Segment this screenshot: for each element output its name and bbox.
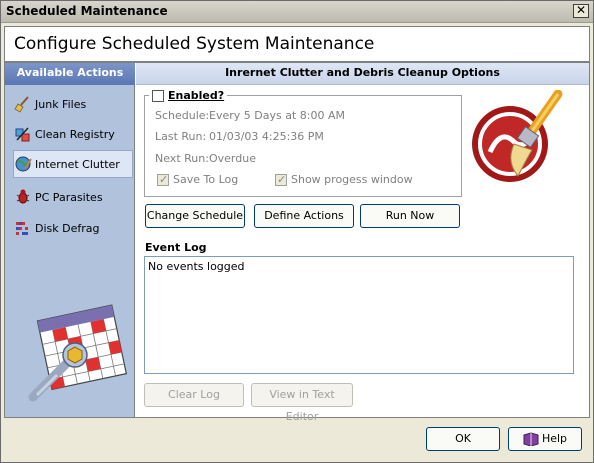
section-title: Inrernet Clutter and Debris Cleanup Opti… (136, 63, 589, 85)
sidebar-item-label: PC Parasites (35, 190, 103, 204)
sidebar-item-label: Junk Files (35, 97, 87, 111)
event-log-content: No events logged (148, 260, 245, 273)
bug-icon (14, 188, 32, 206)
sidebar-item-label: Disk Defrag (35, 221, 100, 235)
scheduled-maintenance-window: Scheduled Maintenance ✕ Configure Schedu… (0, 0, 594, 463)
sidebar: Available Actions Junk Files Clean Regis… (5, 63, 135, 417)
page-title: Configure Scheduled System Maintenance (14, 34, 375, 54)
sidebar-item-label: Clean Registry (35, 127, 115, 141)
schedule-value: Every 5 Days at 8:00 AM (209, 109, 345, 122)
help-book-icon (523, 432, 539, 447)
registry-icon (14, 125, 32, 143)
globe-icon (14, 155, 32, 173)
sidebar-item-clean-registry[interactable]: Clean Registry (14, 120, 132, 148)
help-button[interactable]: Help (508, 427, 582, 451)
sidebar-item-disk-defrag[interactable]: Disk Defrag (14, 214, 132, 242)
sidebar-heading: Available Actions (5, 63, 135, 85)
broom-icon (14, 95, 32, 113)
last-run-label: Last Run: (155, 130, 207, 143)
view-in-text-editor-button[interactable]: View in Text Editor (251, 383, 353, 423)
save-to-log-checkbox-box[interactable] (157, 173, 169, 186)
show-progress-checkbox[interactable]: Show progess window (275, 173, 413, 186)
title-bar[interactable]: Scheduled Maintenance ✕ (1, 1, 593, 23)
show-progress-label: Show progess window (291, 173, 413, 186)
sidebar-item-internet-clutter[interactable]: Internet Clutter (13, 150, 133, 178)
sidebar-item-label: Internet Clutter (35, 157, 120, 171)
header-banner: Configure Scheduled System Maintenance (4, 26, 590, 62)
run-now-button[interactable]: Run Now (360, 204, 460, 228)
sidebar-item-junk-files[interactable]: Junk Files (14, 90, 132, 118)
next-run-value: Overdue (209, 152, 256, 165)
save-to-log-label: Save To Log (173, 173, 239, 186)
event-log-textarea[interactable]: No events logged (144, 256, 574, 374)
close-button[interactable]: ✕ (573, 4, 589, 18)
enabled-checkbox[interactable]: Enabled? (149, 89, 228, 102)
define-actions-button[interactable]: Define Actions (254, 204, 354, 228)
help-button-label: Help (541, 432, 568, 445)
defrag-icon (14, 219, 32, 237)
ok-button[interactable]: OK (426, 427, 500, 451)
cleanup-brush-logo-icon (468, 89, 576, 186)
window-title: Scheduled Maintenance (6, 4, 168, 18)
show-progress-checkbox-box[interactable] (275, 173, 287, 186)
sidebar-item-pc-parasites[interactable]: PC Parasites (14, 183, 132, 211)
last-run-value: 01/03/03 4:25:36 PM (209, 130, 324, 143)
main-panel: Available Actions Junk Files Clean Regis… (4, 62, 590, 423)
schedule-label: Schedule: (155, 109, 210, 122)
event-log-label: Event Log (145, 241, 207, 254)
save-to-log-checkbox[interactable]: Save To Log (157, 173, 238, 186)
change-schedule-button[interactable]: Change Schedule (145, 204, 245, 228)
enabled-label: Enabled? (168, 89, 225, 102)
enabled-checkbox-box[interactable] (152, 89, 164, 102)
clear-log-button[interactable]: Clear Log (144, 383, 244, 407)
calendar-wrench-illustration (27, 301, 131, 405)
next-run-label: Next Run: (155, 152, 209, 165)
